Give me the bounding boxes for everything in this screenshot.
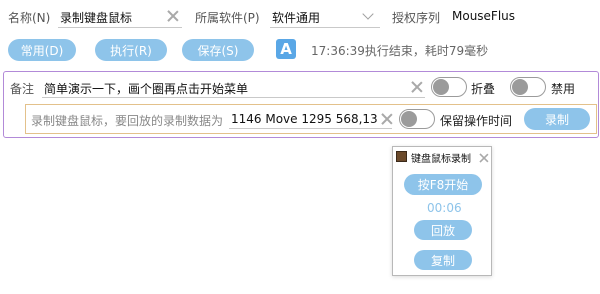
- record-prompt: 录制键盘鼠标，要回放的录制数据为: [31, 114, 224, 128]
- keep-time-label: 保留操作时间: [440, 114, 513, 128]
- disable-toggle[interactable]: [510, 77, 546, 97]
- record-data-value[interactable]: 1146 Move 1295 568,13 Mo: [231, 112, 381, 126]
- fold-label: 折叠: [471, 82, 496, 96]
- clear-name-icon[interactable]: [167, 10, 179, 22]
- disable-toggle-knob: [512, 79, 528, 95]
- status-text: 17:36:39执行结束，耗时79毫秒: [311, 44, 489, 58]
- replay-button[interactable]: 回放: [414, 220, 472, 240]
- note-label: 备注: [10, 82, 35, 96]
- recorder-app-icon: [396, 151, 407, 162]
- disable-label: 禁用: [551, 82, 576, 96]
- clear-record-icon[interactable]: [381, 113, 393, 125]
- software-value[interactable]: 软件通用: [272, 9, 320, 26]
- font-a-glyph: A: [280, 40, 292, 58]
- keep-time-toggle[interactable]: [399, 109, 435, 129]
- fold-toggle[interactable]: [431, 77, 467, 97]
- software-label: 所属软件(P): [195, 11, 260, 25]
- name-label: 名称(N): [8, 11, 51, 25]
- chevron-down-icon[interactable]: [362, 8, 374, 20]
- common-button[interactable]: 常用(D): [8, 39, 76, 61]
- fold-toggle-knob: [433, 79, 449, 95]
- license-label: 授权序列: [392, 11, 441, 25]
- recorder-popup: 键盘鼠标录制 按F8开始 00:06 回放 复制: [392, 146, 492, 276]
- note-underline: [42, 97, 425, 98]
- record-underline: [229, 128, 392, 129]
- name-underline: [58, 27, 182, 28]
- clear-note-icon[interactable]: [411, 81, 423, 93]
- start-f8-button[interactable]: 按F8开始: [404, 174, 482, 195]
- record-button[interactable]: 录制: [524, 108, 590, 130]
- save-button[interactable]: 保存(S): [182, 39, 254, 61]
- popup-close-icon[interactable]: [479, 153, 489, 163]
- keep-time-toggle-knob: [401, 111, 417, 127]
- execute-button[interactable]: 执行(R): [95, 39, 167, 61]
- name-value[interactable]: 录制键盘鼠标: [60, 9, 132, 26]
- software-underline: [270, 27, 380, 28]
- font-a-icon[interactable]: A: [276, 39, 296, 59]
- popup-title: 键盘鼠标录制: [411, 154, 471, 165]
- popup-timer: 00:06: [427, 201, 462, 215]
- note-value[interactable]: 简单演示一下，画个圈再点击开始菜单: [44, 80, 248, 97]
- license-value: MouseFlus: [452, 9, 516, 23]
- copy-button[interactable]: 复制: [414, 250, 472, 270]
